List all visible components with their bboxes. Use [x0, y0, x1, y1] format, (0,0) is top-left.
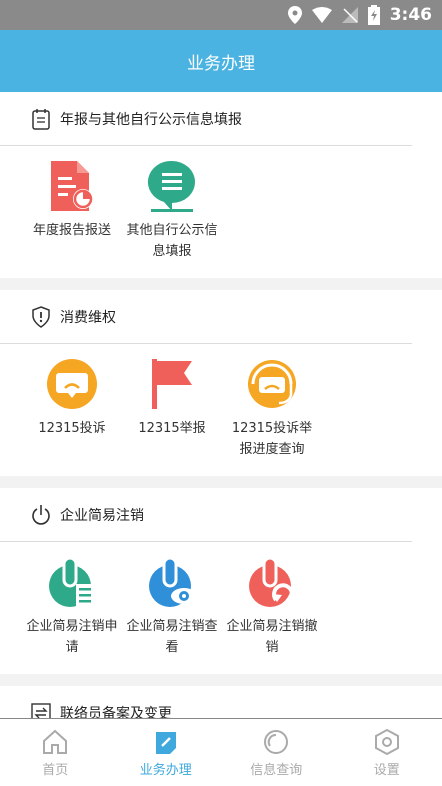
info-query-icon: [261, 727, 291, 757]
item-annual-report[interactable]: 年度报告报送: [22, 154, 122, 262]
cancel-apply-icon: [44, 554, 100, 610]
section-annual-report: 年报与其他自行公示信息填报 年度报告报送 其他自行公示信息填报: [0, 92, 442, 278]
tab-business[interactable]: 业务办理: [111, 719, 222, 786]
content-scroll[interactable]: 年报与其他自行公示信息填报 年度报告报送 其他自行公示信息填报 消费维权 123…: [0, 92, 442, 718]
status-time: 3:46: [389, 5, 432, 25]
item-12315-report[interactable]: 12315举报: [122, 352, 222, 460]
section-header: 年报与其他自行公示信息填报: [0, 92, 412, 146]
title-bar: 业务办理: [0, 30, 442, 92]
tab-label: 信息查询: [250, 763, 303, 778]
cancel-view-icon: [144, 554, 200, 610]
chat-list-icon: [144, 158, 200, 214]
section-header: 消费维权: [0, 290, 412, 344]
no-signal-icon: [341, 7, 358, 23]
item-label: 12315投诉: [38, 421, 106, 436]
flag-icon: [144, 356, 200, 412]
tab-settings[interactable]: 设置: [332, 719, 442, 786]
cancel-revoke-icon: [244, 554, 300, 610]
section-title: 企业简易注销: [60, 507, 144, 524]
battery-icon: [367, 5, 380, 25]
page-title: 业务办理: [187, 53, 255, 74]
bottom-tab-bar: 首页 业务办理 信息查询 设置: [0, 718, 442, 786]
section-header: 联络员备案及变更: [0, 686, 412, 718]
item-label: 年度报告报送: [32, 223, 111, 238]
item-label: 其他自行公示信息填报: [126, 223, 218, 259]
section-simple-cancel: 企业简易注销 企业简易注销申请 企业简易注销查看 企业简易注销撤销: [0, 488, 442, 674]
tab-info-query[interactable]: 信息查询: [221, 719, 332, 786]
item-cancel-apply[interactable]: 企业简易注销申请: [22, 550, 122, 658]
home-icon: [40, 727, 70, 757]
settings-icon: [372, 727, 402, 757]
section-header: 企业简易注销: [0, 488, 412, 542]
business-icon: [151, 727, 181, 757]
power-icon: [30, 504, 52, 526]
progress-headset-icon: [244, 356, 300, 412]
item-cancel-revoke[interactable]: 企业简易注销撤销: [222, 550, 322, 658]
swap-icon: [30, 702, 52, 718]
section-title: 年报与其他自行公示信息填报: [60, 111, 242, 128]
item-label: 企业简易注销撤销: [226, 619, 318, 655]
tab-home[interactable]: 首页: [0, 719, 111, 786]
item-cancel-view[interactable]: 企业简易注销查看: [122, 550, 222, 658]
tab-label: 设置: [373, 763, 400, 778]
notebook-icon: [30, 108, 52, 130]
wifi-icon: [311, 7, 332, 23]
complaint-bubble-icon: [44, 356, 100, 412]
item-label: 企业简易注销申请: [26, 619, 118, 655]
item-label: 12315投诉举报进度查询: [231, 421, 313, 457]
report-doc-icon: [44, 158, 100, 214]
item-label: 12315举报: [138, 421, 206, 436]
item-other-info[interactable]: 其他自行公示信息填报: [122, 154, 222, 262]
item-12315-progress[interactable]: 12315投诉举报进度查询: [222, 352, 322, 460]
tab-label: 首页: [42, 763, 69, 778]
section-consumer-rights: 消费维权 12315投诉 12315举报 12315投诉举报进度查询: [0, 290, 442, 476]
section-title: 消费维权: [60, 309, 116, 326]
item-label: 企业简易注销查看: [126, 619, 218, 655]
item-12315-complaint[interactable]: 12315投诉: [22, 352, 122, 460]
status-bar: 3:46: [0, 0, 442, 30]
section-title: 联络员备案及变更: [60, 705, 172, 719]
location-icon: [287, 6, 302, 24]
shield-alert-icon: [30, 305, 52, 328]
tab-label: 业务办理: [139, 763, 192, 778]
section-liaison: 联络员备案及变更: [0, 686, 442, 718]
